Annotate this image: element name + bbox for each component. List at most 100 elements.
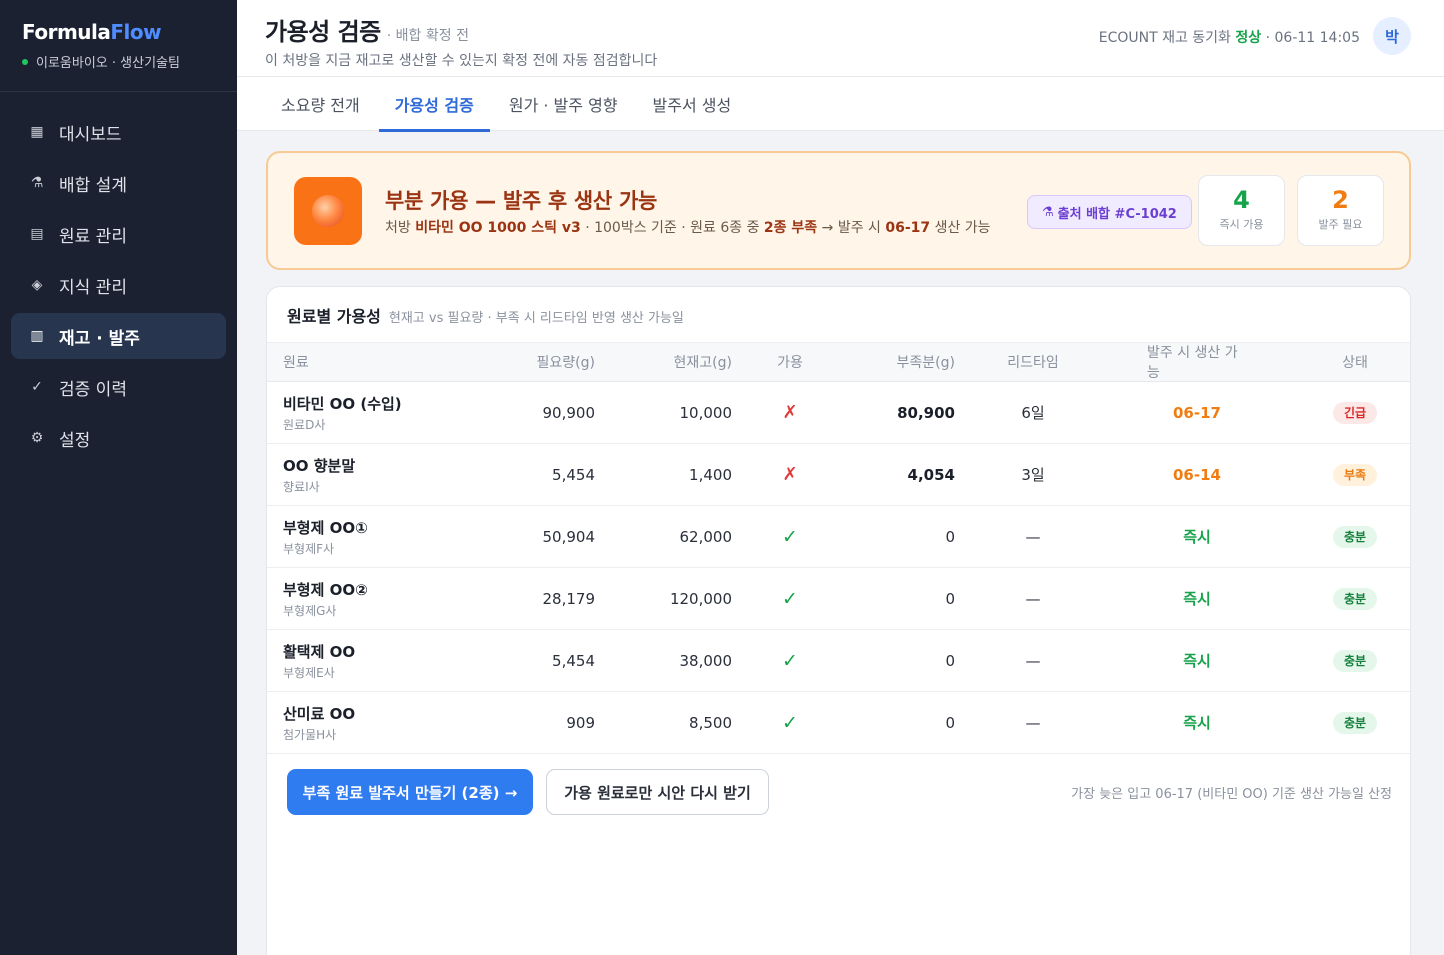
- lead-time: —: [1025, 527, 1041, 546]
- stock-amount: 10,000: [679, 403, 733, 422]
- create-purchase-order-button[interactable]: 부족 원료 발주서 만들기 (2종) →: [287, 769, 533, 815]
- sidebar-item-settings[interactable]: ⚙ 설정: [11, 415, 226, 461]
- col-date: 발주 시 생산 가능: [1147, 345, 1238, 381]
- col-lead-time: 리드타임: [1007, 355, 1059, 371]
- available-date: 06-14: [1173, 465, 1221, 484]
- table-row[interactable]: 비타민 OO (수입) 원료D사 90,900 10,000 ✗ 80,900 6…: [267, 382, 1410, 444]
- unavailable-icon: ✗: [782, 402, 798, 423]
- status-badge: 충분: [1332, 525, 1378, 548]
- col-required: 필요량(g): [536, 355, 595, 371]
- brand: FormulaFlow 이로움바이오 · 생산기술팀: [0, 0, 237, 92]
- available-date: 즉시: [1183, 528, 1211, 546]
- table-row[interactable]: 부형제 OO② 부형제G사 28,179 120,000 ✓ 0 — 즉시 충분: [267, 568, 1410, 630]
- org-name: 이로움바이오 · 생산기술팀: [22, 52, 215, 71]
- barcode-icon: ▥: [30, 328, 44, 344]
- flask-icon: ⚗: [1042, 204, 1054, 220]
- material-name: 부형제 OO②: [283, 580, 368, 599]
- col-stock: 현재고(g): [673, 355, 732, 371]
- shortage-amount: 0: [945, 527, 955, 546]
- card-subtitle: 현재고 vs 필요량 · 부족 시 리드타임 반영 생산 가능일: [388, 311, 684, 326]
- table-row[interactable]: OO 향분말 향료I사 5,454 1,400 ✗ 4,054 3일 06-14 …: [267, 444, 1410, 506]
- regenerate-draft-button[interactable]: 가용 원료로만 시안 다시 받기: [546, 769, 769, 815]
- available-check-icon: ✓: [782, 649, 798, 672]
- supplier-name: 부형제F사: [283, 541, 335, 556]
- sidebar-item-formula[interactable]: ⚗ 배합 설계: [11, 160, 226, 206]
- shortage-amount: 0: [945, 713, 955, 732]
- table-row[interactable]: 부형제 OO① 부형제F사 50,904 62,000 ✓ 0 — 즉시 충분: [267, 506, 1410, 568]
- stock-amount: 120,000: [669, 589, 732, 608]
- sidebar: FormulaFlow 이로움바이오 · 생산기술팀 ▦ 대시보드 ⚗ 배합 설계 …: [0, 0, 237, 955]
- card-header: 원료별 가용성 현재고 vs 필요량 · 부족 시 리드타임 반영 생산 가능일: [267, 287, 1410, 342]
- banner-title: 부분 가용 — 발주 후 생산 가능: [385, 189, 657, 213]
- material-name: OO 향분말: [283, 456, 356, 475]
- sync-ok-badge: 정상: [1235, 30, 1262, 46]
- sidebar-item-inventory[interactable]: ▥ 재고 · 발주: [11, 313, 226, 359]
- supplier-name: 부형제G사: [283, 603, 337, 618]
- col-name: 원료: [283, 355, 309, 371]
- status-badge: 긴급: [1332, 401, 1378, 424]
- supplier-name: 첨가물H사: [283, 727, 337, 742]
- col-shortage: 부족분(g): [896, 355, 955, 371]
- required-amount: 90,900: [542, 403, 596, 422]
- stock-amount: 38,000: [679, 651, 733, 670]
- lead-time: —: [1025, 589, 1041, 608]
- sidebar-item-history[interactable]: ✓ 검증 이력: [11, 364, 226, 410]
- footnote: 가장 늦은 입고 06-17 (비타민 OO) 기준 생산 가능일 산정: [1071, 787, 1392, 802]
- grid-icon: ▦: [30, 124, 44, 140]
- production-date: 06-17: [885, 220, 931, 236]
- available-date: 즉시: [1183, 652, 1211, 670]
- status-badge: 충분: [1332, 587, 1378, 610]
- tab-requirements[interactable]: 소요량 전개: [265, 77, 376, 131]
- available-check-icon: ✓: [782, 711, 798, 734]
- sidebar-nav: ▦ 대시보드 ⚗ 배합 설계 ▤ 원료 관리 ◈ 지식 관리 ▥ 재고 · 발주 ✓ 검증 …: [0, 92, 237, 461]
- lead-time: —: [1025, 651, 1041, 670]
- material-name: 산미료 OO: [283, 704, 356, 723]
- sidebar-item-materials[interactable]: ▤ 원료 관리: [11, 211, 226, 257]
- table-row[interactable]: 산미료 OO 첨가물H사 909 8,500 ✓ 0 — 즉시 충분: [267, 692, 1410, 754]
- page-description: 이 처방을 지금 재고로 생산할 수 있는지 확정 전에 자동 점검합니다: [265, 53, 658, 69]
- unavailable-icon: ✗: [782, 464, 798, 485]
- shortage-amount: 0: [945, 651, 955, 670]
- status-badge: 충분: [1332, 711, 1378, 734]
- check-icon: ✓: [31, 379, 43, 395]
- action-bar: 부족 원료 발주서 만들기 (2종) → 가용 원료로만 시안 다시 받기 가장…: [287, 769, 1392, 817]
- stat-order-needed: 2 발주 필요: [1297, 175, 1384, 246]
- shortage-amount: 80,900: [897, 403, 955, 422]
- table-row[interactable]: 활택제 OO 부형제E사 5,454 38,000 ✓ 0 — 즉시 충분: [267, 630, 1410, 692]
- supplier-name: 부형제E사: [283, 665, 335, 680]
- avatar[interactable]: 박: [1373, 17, 1411, 55]
- lead-time: —: [1025, 713, 1041, 732]
- material-name: 활택제 OO: [283, 642, 356, 661]
- page-title: 가용성 검증: [265, 18, 381, 46]
- stat-immediate: 4 즉시 가용: [1198, 175, 1285, 246]
- brand-logo[interactable]: FormulaFlow: [22, 20, 215, 44]
- material-name: 부형제 OO①: [283, 518, 368, 537]
- main-content: 가용성 검증 · 배합 확정 전 이 처방을 지금 재고로 생산할 수 있는지 …: [237, 0, 1444, 955]
- supplier-name: 원료D사: [283, 417, 326, 432]
- tab-availability[interactable]: 가용성 검증: [378, 77, 491, 132]
- supplier-name: 향료I사: [283, 479, 320, 494]
- banner-summary: 처방 비타민 OO 1000 스틱 v3 · 100박스 기준 · 원료 6종 …: [385, 220, 991, 236]
- diamond-icon: ◈: [31, 277, 43, 293]
- sidebar-item-knowledge[interactable]: ◈ 지식 관리: [11, 262, 226, 308]
- sidebar-item-dashboard[interactable]: ▦ 대시보드: [11, 109, 226, 155]
- available-date: 06-17: [1173, 403, 1221, 422]
- availability-table-card: 원료별 가용성 현재고 vs 필요량 · 부족 시 리드타임 반영 생산 가능일…: [266, 286, 1411, 955]
- available-date: 즉시: [1183, 714, 1211, 732]
- required-amount: 5,454: [552, 465, 595, 484]
- lead-time: 6일: [1021, 404, 1045, 422]
- tab-purchase-order[interactable]: 발주서 생성: [637, 77, 748, 131]
- available-check-icon: ✓: [782, 587, 798, 610]
- online-dot-icon: [22, 58, 28, 65]
- available-date: 즉시: [1183, 590, 1211, 608]
- tab-bar: 소요량 전개 가용성 검증 원가 · 발주 영향 발주서 생성: [237, 77, 1444, 132]
- source-formula-badge[interactable]: ⚗ 출처 배합 #C-1042: [1027, 195, 1192, 229]
- orange-circle-icon: [312, 195, 344, 227]
- table-header: 원료 필요량(g) 현재고(g) 가용 부족분(g) 리드타임 발주 시 생산 …: [267, 342, 1410, 382]
- partial-status-icon: [294, 177, 362, 245]
- available-check-icon: ✓: [782, 525, 798, 548]
- required-amount: 909: [566, 713, 595, 732]
- top-bar: 가용성 검증 · 배합 확정 전 이 처방을 지금 재고로 생산할 수 있는지 …: [237, 0, 1444, 77]
- required-amount: 5,454: [552, 651, 595, 670]
- tab-cost-impact[interactable]: 원가 · 발주 영향: [493, 77, 634, 131]
